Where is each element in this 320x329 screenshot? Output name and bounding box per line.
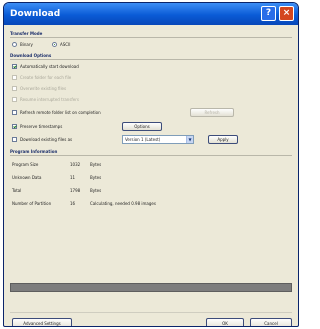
option-timestamps[interactable]: Preserve timestamps xyxy=(12,123,62,130)
cancel-button[interactable]: Cancel xyxy=(250,318,292,326)
radio-binary[interactable]: Binary xyxy=(12,41,33,48)
footer-divider xyxy=(10,312,292,313)
radio-binary-label: Binary xyxy=(20,42,33,47)
option-mode-checkbox[interactable] xyxy=(12,137,17,142)
info-label: Total xyxy=(12,188,22,193)
close-icon: × xyxy=(282,8,291,18)
dialog-content: Transfer Mode Binary ASCII Download Opti… xyxy=(10,29,292,326)
info-size: Calculating, needed 0.98 images xyxy=(90,201,156,206)
options-button[interactable]: Options xyxy=(122,122,162,131)
info-label: Unknown Data xyxy=(12,175,42,180)
download-dialog: Download ? × Transfer Mode Binary ASCII … xyxy=(3,2,299,327)
option-auto-start[interactable]: Automatically start download xyxy=(12,63,79,70)
option-refresh-checkbox[interactable] xyxy=(12,110,17,115)
program-info-header: Program Information xyxy=(10,149,292,156)
info-size: Bytes xyxy=(90,175,102,180)
option-timestamps-label: Preserve timestamps xyxy=(20,124,63,129)
info-count: 16 xyxy=(70,201,76,206)
option-overwrite-checkbox xyxy=(12,86,17,91)
mode-select-value: Version 1 (Latest) xyxy=(125,137,161,142)
advanced-settings-button[interactable]: Advanced Settings xyxy=(12,318,72,326)
option-refresh[interactable]: Refresh remote folder list on completion xyxy=(12,109,101,116)
radio-ascii-circle[interactable] xyxy=(52,42,57,47)
info-row: Unknown Data 11 Bytes xyxy=(12,174,292,181)
option-resume-checkbox xyxy=(12,97,17,102)
info-count: 1032 xyxy=(70,162,81,167)
refresh-button[interactable]: Refresh xyxy=(190,108,234,117)
option-overwrite: Overwrite existing files xyxy=(12,85,66,92)
help-button[interactable]: ? xyxy=(261,6,276,21)
option-create-folder-checkbox xyxy=(12,75,17,80)
info-label: Number of Partition xyxy=(12,201,52,206)
info-row: Program Size 1032 Bytes xyxy=(12,161,292,168)
info-row: Number of Partition 16 Calculating, need… xyxy=(12,200,292,207)
help-icon: ? xyxy=(265,8,272,18)
option-overwrite-label: Overwrite existing files xyxy=(20,86,67,91)
title-bar[interactable]: Download ? × xyxy=(4,3,298,25)
option-mode[interactable]: Download existing files as xyxy=(12,136,72,143)
chevron-down-icon[interactable]: ▼ xyxy=(186,136,193,143)
option-auto-start-label: Automatically start download xyxy=(20,64,79,69)
info-size: Bytes xyxy=(90,188,102,193)
close-button[interactable]: × xyxy=(279,6,294,21)
apply-button[interactable]: Apply xyxy=(208,135,238,144)
option-refresh-label: Refresh remote folder list on completion xyxy=(20,110,101,115)
info-label: Program Size xyxy=(12,162,39,167)
info-count: 11 xyxy=(70,175,76,180)
ok-button[interactable]: OK xyxy=(206,318,244,326)
radio-ascii[interactable]: ASCII xyxy=(52,41,70,48)
window-title: Download xyxy=(10,9,61,19)
option-timestamps-checkbox[interactable] xyxy=(12,124,17,129)
option-auto-start-checkbox[interactable] xyxy=(12,64,17,69)
option-mode-label: Download existing files as xyxy=(20,137,73,142)
mode-select[interactable]: Version 1 (Latest) ▼ xyxy=(122,135,194,144)
radio-ascii-label: ASCII xyxy=(60,42,71,47)
info-count: 1798 xyxy=(70,188,81,193)
info-row: Total 1798 Bytes xyxy=(12,187,292,194)
option-create-folder-label: Create folder for each file xyxy=(20,75,72,80)
info-size: Bytes xyxy=(90,162,102,167)
option-resume: Resume interrupted transfers xyxy=(12,96,79,103)
transfer-mode-header: Transfer Mode xyxy=(10,31,292,38)
radio-binary-circle[interactable] xyxy=(12,42,17,47)
option-create-folder: Create folder for each file xyxy=(12,74,71,81)
progress-bar xyxy=(10,283,292,292)
download-options-header: Download Options xyxy=(10,53,292,60)
option-resume-label: Resume interrupted transfers xyxy=(20,97,79,102)
